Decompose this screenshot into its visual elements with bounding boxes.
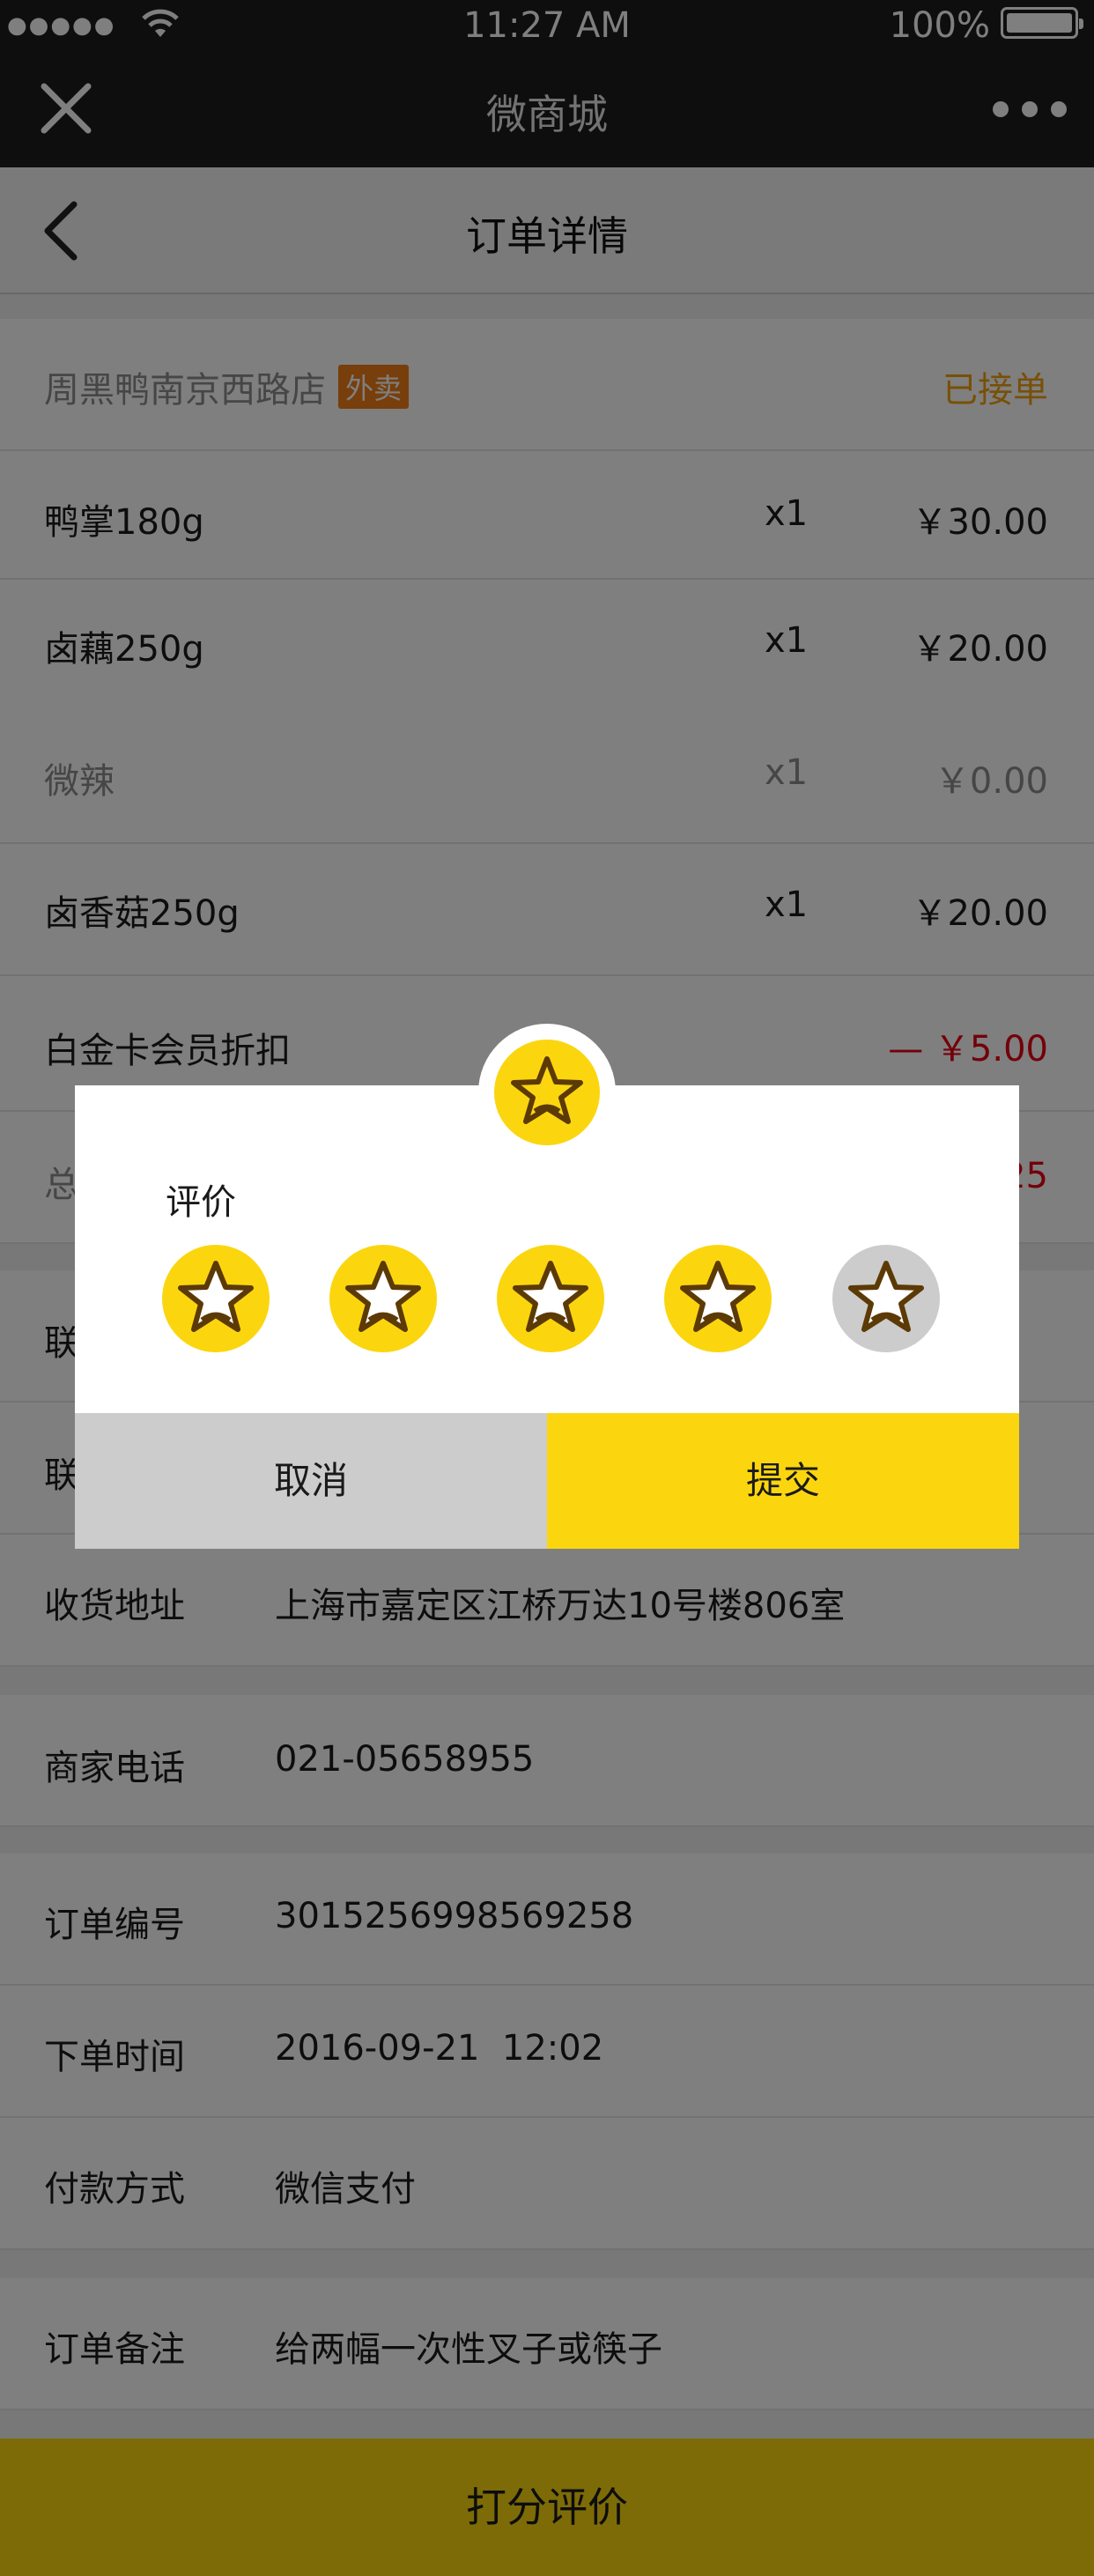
star-icon[interactable] bbox=[329, 1244, 438, 1353]
submit-button[interactable]: 提交 bbox=[547, 1413, 1019, 1549]
star-rating[interactable] bbox=[75, 1244, 1019, 1358]
cancel-button[interactable]: 取消 bbox=[75, 1413, 547, 1549]
star-badge-icon bbox=[494, 1040, 600, 1145]
rating-label: 评价 bbox=[166, 1182, 236, 1223]
star-icon[interactable] bbox=[832, 1244, 941, 1353]
star-icon[interactable] bbox=[161, 1244, 270, 1353]
star-icon[interactable] bbox=[496, 1244, 605, 1353]
star-icon[interactable] bbox=[663, 1244, 772, 1353]
rating-badge bbox=[478, 1024, 616, 1161]
